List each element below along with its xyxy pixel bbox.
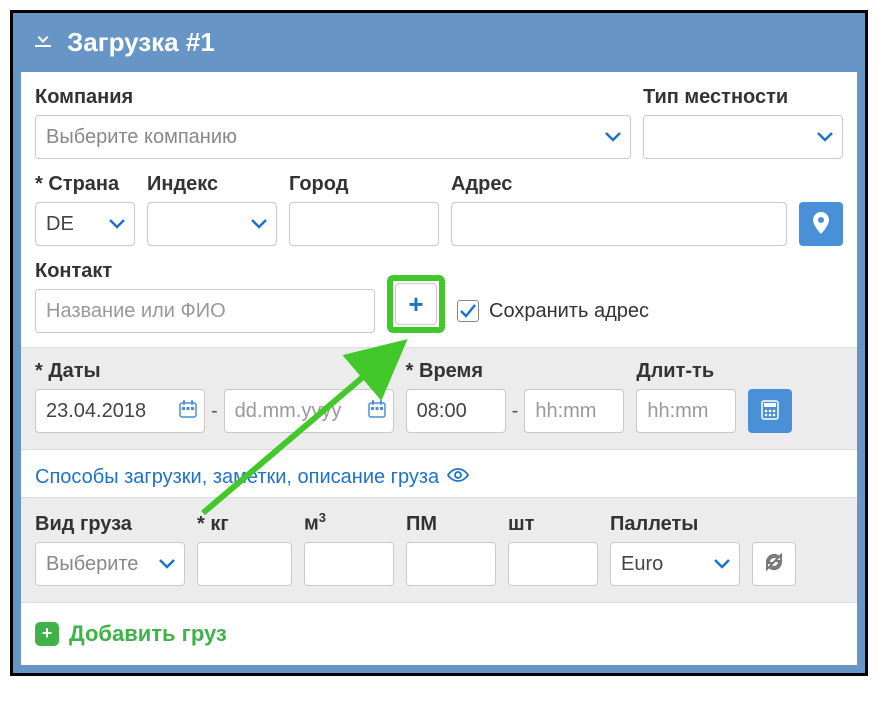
time-to-input[interactable]	[524, 389, 624, 433]
add-cargo-button[interactable]: + Добавить груз	[35, 603, 843, 647]
loading-panel: Загрузка #1 Компания Выберите компанию Т…	[10, 10, 868, 676]
pm-input[interactable]	[406, 542, 496, 586]
duration-input[interactable]	[636, 389, 736, 433]
city-input[interactable]	[289, 202, 439, 246]
address-input[interactable]	[451, 202, 787, 246]
calculator-icon	[761, 400, 779, 423]
country-select[interactable]: DE	[35, 202, 135, 246]
time-label: Время	[406, 360, 625, 383]
contact-label: Контакт	[35, 260, 375, 283]
date-to-input[interactable]	[224, 389, 394, 433]
cargo-details-toggle[interactable]: Способы загрузки, заметки, описание груз…	[35, 450, 843, 497]
company-select[interactable]: Выберите компанию	[35, 115, 631, 159]
cargo-section: Вид груза Выберите кг м3	[21, 497, 857, 603]
kg-input[interactable]	[197, 542, 292, 586]
calculate-button[interactable]	[748, 389, 792, 433]
cargo-type-select[interactable]: Выберите	[35, 542, 185, 586]
save-address-label: Сохранить адрес	[489, 300, 649, 323]
m3-input[interactable]	[304, 542, 394, 586]
company-label: Компания	[35, 86, 631, 109]
panel-body: Компания Выберите компанию Тип местности	[21, 72, 857, 665]
refresh-icon	[764, 552, 784, 575]
dates-label: Даты	[35, 360, 394, 383]
address-label: Адрес	[451, 173, 787, 196]
time-separator: -	[512, 400, 519, 423]
location-type-label: Тип местности	[643, 86, 843, 109]
panel-header: Загрузка #1	[13, 13, 865, 72]
refresh-button[interactable]	[752, 542, 796, 586]
zip-label: Индекс	[147, 173, 277, 196]
m3-label: м3	[304, 510, 394, 536]
qty-label: шт	[508, 513, 598, 536]
pm-label: ПМ	[406, 513, 496, 536]
location-type-select[interactable]	[643, 115, 843, 159]
eye-icon	[447, 466, 469, 489]
kg-label: кг	[197, 513, 292, 536]
qty-input[interactable]	[508, 542, 598, 586]
datetime-section: Даты -	[21, 347, 857, 450]
plus-icon: +	[35, 622, 59, 646]
map-pin-button[interactable]	[799, 202, 843, 246]
map-pin-icon	[812, 212, 830, 237]
add-contact-button[interactable]: +	[395, 283, 437, 325]
zip-select[interactable]	[147, 202, 277, 246]
checkbox-icon	[457, 300, 479, 322]
date-separator: -	[211, 400, 218, 423]
time-from-input[interactable]	[406, 389, 506, 433]
save-address-checkbox[interactable]: Сохранить адрес	[457, 289, 649, 333]
duration-label: Длит-ть	[636, 360, 736, 383]
contact-input[interactable]	[35, 289, 375, 333]
pallets-label: Паллеты	[610, 513, 740, 536]
add-contact-highlight: +	[387, 275, 445, 333]
pallets-select[interactable]: Euro	[610, 542, 740, 586]
cargo-type-label: Вид груза	[35, 513, 185, 536]
panel-title: Загрузка #1	[67, 27, 215, 58]
download-icon	[31, 27, 55, 58]
city-label: Город	[289, 173, 439, 196]
date-from-input[interactable]	[35, 389, 205, 433]
country-label: Страна	[35, 173, 135, 196]
